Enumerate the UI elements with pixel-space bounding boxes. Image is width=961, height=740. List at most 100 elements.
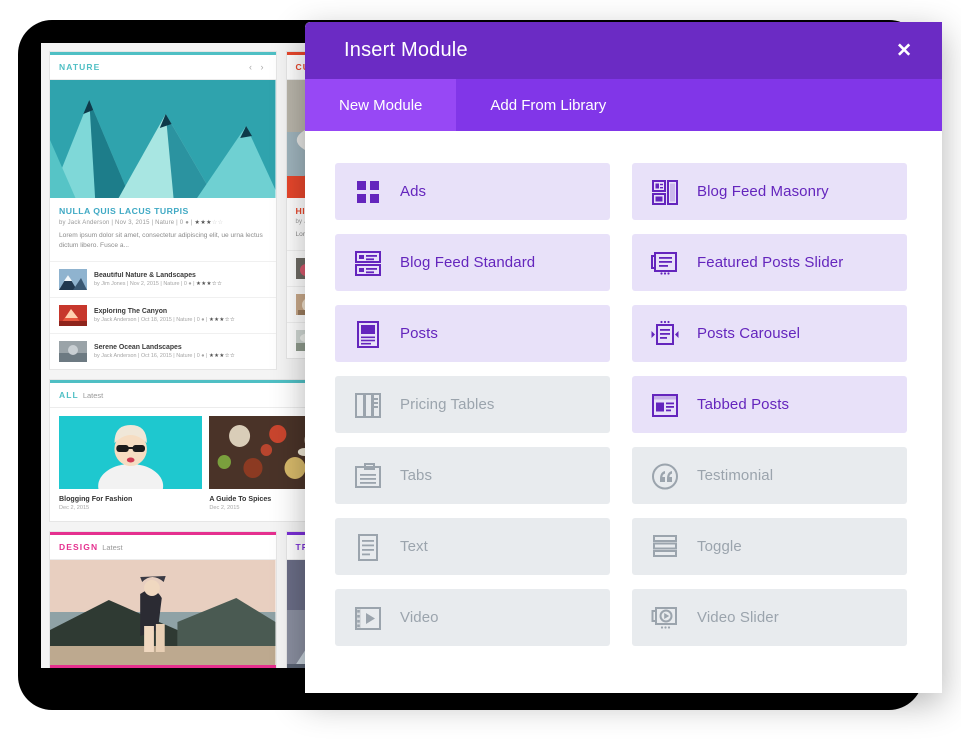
thumbnail <box>59 305 87 327</box>
thumbnail <box>59 341 87 363</box>
module-item-tabs[interactable]: Tabs <box>335 447 610 504</box>
design-score-badge: SCORE 63% <box>50 665 276 668</box>
nature-hero-meta-text: by Jack Anderson | Nov 3, 2015 | Nature … <box>59 220 193 226</box>
module-item-blog-feed-standard[interactable]: Blog Feed Standard <box>335 234 610 291</box>
nature-hero-title[interactable]: NULLA QUIS LACUS TURPIS <box>59 206 267 216</box>
module-item-label: Pricing Tables <box>400 396 495 413</box>
design-column: DESIGN Latest <box>49 531 277 668</box>
list-item-text: Exploring The Canyon by Jack Anderson | … <box>94 308 235 323</box>
nature-slider-arrows[interactable]: ‹ › <box>249 62 267 72</box>
module-item-label: Tabbed Posts <box>697 396 790 413</box>
module-item-label: Posts <box>400 325 439 342</box>
nature-column: NATURE ‹ › NULLA QUIS LACUS TURPIS by Ja… <box>49 51 277 371</box>
nature-card: NATURE ‹ › NULLA QUIS LACUS TURPIS by Ja… <box>49 51 277 371</box>
design-card: DESIGN Latest <box>49 531 277 668</box>
thumbnail <box>59 416 203 490</box>
blog-feed-masonry-icon <box>650 177 680 207</box>
module-item-posts[interactable]: Posts <box>335 305 610 362</box>
modal-tabs: New Module Add From Library <box>305 79 942 131</box>
grid-item-title: Blogging For Fashion <box>59 495 133 504</box>
module-item-featured-posts-slider[interactable]: Featured Posts Slider <box>632 234 907 291</box>
all-category-text: ALL <box>59 390 79 401</box>
list-item-meta: by Jack Anderson | Oct 16, 2015 | Nature… <box>94 353 235 359</box>
list-item-title: Exploring The Canyon <box>94 308 168 316</box>
module-item-toggle[interactable]: Toggle <box>632 518 907 575</box>
list-item-meta-text: by Jack Anderson | Oct 16, 2015 | Nature… <box>94 353 208 360</box>
list-item-stars: ★★★ <box>208 317 225 324</box>
nature-hero-body: NULLA QUIS LACUS TURPIS by Jack Anderson… <box>50 198 276 261</box>
nature-hero-stars: ★★★☆☆ <box>195 220 224 226</box>
nature-card-header: NATURE ‹ › <box>50 55 276 80</box>
insert-module-modal: Insert Module ✕ New Module Add From Libr… <box>305 22 942 693</box>
modal-header: Insert Module ✕ <box>305 22 942 79</box>
all-category-label: ALL Latest <box>59 390 103 400</box>
nature-hero-stars-on: ★★★ <box>194 220 212 226</box>
module-item-video-slider[interactable]: Video Slider <box>632 589 907 646</box>
module-item-tabbed-posts[interactable]: Tabbed Posts <box>632 376 907 433</box>
module-item-label: Blog Feed Masonry <box>697 183 829 200</box>
module-item-video[interactable]: Video <box>335 589 610 646</box>
list-item-meta-text: by Jack Anderson | Oct 18, 2015 | Nature… <box>94 317 208 324</box>
list-item-title: Beautiful Nature & Landscapes <box>94 272 196 280</box>
posts-carousel-icon <box>650 319 680 349</box>
toggle-stack-icon <box>650 532 680 562</box>
module-item-label: Ads <box>400 183 427 200</box>
nature-category-label: NATURE <box>59 62 100 72</box>
design-hero-image: SCORE 63% <box>50 560 276 668</box>
module-item-pricing-tables[interactable]: Pricing Tables <box>335 376 610 433</box>
nature-hero-excerpt: Lorem ipsum dolor sit amet, consectetur … <box>59 232 263 250</box>
module-grid: Ads Blog Feed Masonry Blog Feed Standard Fe… <box>335 163 912 660</box>
list-item-stars: ★★★ <box>208 353 225 360</box>
design-card-header: DESIGN Latest <box>50 535 276 561</box>
list-item[interactable]: Beautiful Nature & Landscapes by Jim Jon… <box>50 261 276 297</box>
list-item[interactable]: Serene Ocean Landscapes by Jack Anderson… <box>50 333 276 369</box>
design-category-text: DESIGN <box>59 542 99 553</box>
module-item-label: Featured Posts Slider <box>697 254 844 271</box>
tab-add-from-library[interactable]: Add From Library <box>456 79 640 131</box>
design-category-label: DESIGN Latest <box>59 542 123 552</box>
list-item-stars-off: ☆☆ <box>224 317 236 324</box>
pricing-tables-icon <box>353 390 383 420</box>
module-item-label: Toggle <box>697 538 742 555</box>
tabs-icon <box>353 461 383 491</box>
posts-icon <box>353 319 383 349</box>
tabbed-posts-icon <box>650 390 680 420</box>
nature-hero-image <box>50 80 276 198</box>
testimonial-quote-icon <box>650 461 680 491</box>
module-item-label: Video Slider <box>697 609 779 626</box>
module-item-blog-feed-masonry[interactable]: Blog Feed Masonry <box>632 163 907 220</box>
list-item-text: Serene Ocean Landscapes by Jack Anderson… <box>94 344 235 359</box>
module-item-label: Video <box>400 609 439 626</box>
text-document-icon <box>353 532 383 562</box>
module-item-testimonial[interactable]: Testimonial <box>632 447 907 504</box>
list-item-text: Beautiful Nature & Landscapes by Jim Jon… <box>94 272 222 287</box>
list-item-meta-text: by Jim Jones | Nov 2, 2015 | Nature | 0 … <box>94 281 195 288</box>
thumbnail <box>59 269 87 291</box>
nature-category-text: NATURE <box>59 62 101 72</box>
grid-item-date: Dec 2, 2015 <box>59 505 90 512</box>
featured-posts-slider-icon <box>650 248 680 278</box>
all-sub-label: Latest <box>82 391 104 401</box>
grid-item[interactable]: Blogging For Fashion Dec 2, 2015 <box>59 416 203 512</box>
modal-body: Ads Blog Feed Masonry Blog Feed Standard Fe… <box>305 131 942 693</box>
module-item-label: Text <box>400 538 428 555</box>
video-film-icon <box>353 603 383 633</box>
list-item-stars: ★★★ <box>196 281 212 288</box>
list-item[interactable]: Exploring The Canyon by Jack Anderson | … <box>50 297 276 333</box>
list-item-stars-off: ☆☆ <box>211 281 223 288</box>
tab-new-module[interactable]: New Module <box>305 79 457 131</box>
design-sub-label: Latest <box>102 543 123 553</box>
ads-grid-icon <box>353 177 383 207</box>
screenshot-stage: NATURE ‹ › NULLA QUIS LACUS TURPIS by Ja… <box>0 0 961 740</box>
module-item-posts-carousel[interactable]: Posts Carousel <box>632 305 907 362</box>
module-item-ads[interactable]: Ads <box>335 163 610 220</box>
blog-feed-standard-icon <box>353 248 383 278</box>
list-item-title: Serene Ocean Landscapes <box>94 344 182 352</box>
module-item-text[interactable]: Text <box>335 518 610 575</box>
close-icon[interactable]: ✕ <box>896 41 912 60</box>
video-slider-icon <box>650 603 680 633</box>
module-item-label: Tabs <box>400 467 433 484</box>
page-title: Insert Module <box>344 39 468 61</box>
nature-hero-stars-off: ☆☆ <box>211 220 224 226</box>
module-item-label: Testimonial <box>697 467 774 484</box>
